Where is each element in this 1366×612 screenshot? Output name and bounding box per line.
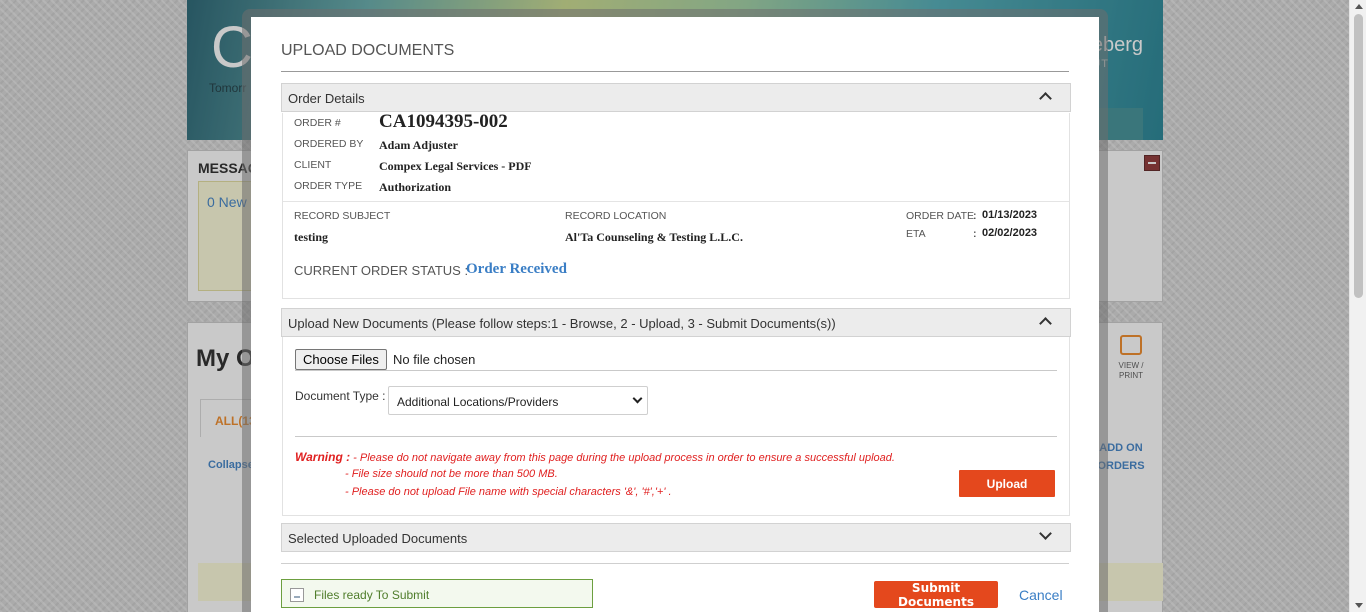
divider [295,436,1057,437]
chevron-up-icon[interactable] [1039,92,1052,105]
image-icon [290,588,304,602]
warning-line-2: - File size should not be more than 500 … [345,468,558,480]
files-ready-box: Files ready To Submit [281,579,593,608]
divider [295,370,1057,371]
selected-documents-title: Selected Uploaded Documents [288,531,468,546]
document-type-label: Document Type : [295,389,386,403]
modal-title: UPLOAD DOCUMENTS [281,42,455,59]
chevron-down-icon [632,393,643,404]
eta-value: 02/02/2023 [982,227,1038,239]
order-details-body: ORDER # CA1094395-002 ORDERED BY Adam Ad… [282,111,1070,299]
document-type-selected: Additional Locations/Providers [397,395,559,409]
order-number-label: ORDER # [294,117,341,129]
scroll-down-icon[interactable] [1355,603,1363,608]
client-label: CLIENT [294,159,332,171]
document-type-select[interactable]: Additional Locations/Providers [388,386,648,415]
divider [281,71,1069,72]
divider [281,563,1069,564]
warning-line-1: - Please do not navigate away from this … [353,452,895,464]
record-subject-label: RECORD SUBJECT [294,210,391,222]
upload-button[interactable]: Upload [959,470,1055,497]
record-location-value: Al'Ta Counseling & Testing L.L.C. [565,230,743,244]
warning-message: Warning : - Please do not navigate away … [295,450,895,464]
cancel-link[interactable]: Cancel [1019,587,1063,603]
ordered-by-label: ORDERED BY [294,138,364,150]
divider [283,201,1069,202]
submit-documents-button[interactable]: Submit Documents [874,581,998,609]
scroll-up-icon[interactable] [1355,4,1363,9]
warning-line-3: - Please do not upload File name with sp… [345,486,672,498]
scroll-thumb[interactable] [1354,14,1363,298]
page-scrollbar[interactable] [1349,0,1366,612]
order-details-header[interactable]: Order Details [281,83,1071,112]
file-chosen-text: No file chosen [393,352,476,367]
order-type-value: Authorization [379,180,451,194]
upload-documents-modal: UPLOAD DOCUMENTS Order Details ORDER # C… [251,17,1099,612]
order-number-value: CA1094395-002 [379,111,508,132]
order-status-value: Order Received [466,261,567,277]
upload-documents-body: Choose Files No file chosen Document Typ… [282,337,1070,516]
choose-files-button[interactable]: Choose Files [295,349,387,370]
colon: : [973,210,977,222]
eta-label: ETA [906,228,926,240]
warning-heading: Warning : [295,450,351,464]
selected-documents-header[interactable]: Selected Uploaded Documents [281,523,1071,552]
order-date-value: 01/13/2023 [982,209,1038,221]
chevron-up-icon[interactable] [1039,317,1052,330]
upload-documents-header[interactable]: Upload New Documents (Please follow step… [281,308,1071,337]
record-location-label: RECORD LOCATION [565,210,667,222]
colon: : [973,228,977,240]
ordered-by-value: Adam Adjuster [379,138,459,152]
order-details-title: Order Details [288,91,365,106]
order-date-label: ORDER DATE [906,210,975,222]
record-subject-value: testing [294,230,328,244]
upload-documents-title: Upload New Documents (Please follow step… [288,316,836,331]
files-ready-text: Files ready To Submit [314,588,430,602]
client-value: Compex Legal Services - PDF [379,159,532,173]
order-type-label: ORDER TYPE [294,180,363,192]
order-status-label: CURRENT ORDER STATUS : [294,263,469,278]
chevron-down-icon[interactable] [1039,527,1052,540]
